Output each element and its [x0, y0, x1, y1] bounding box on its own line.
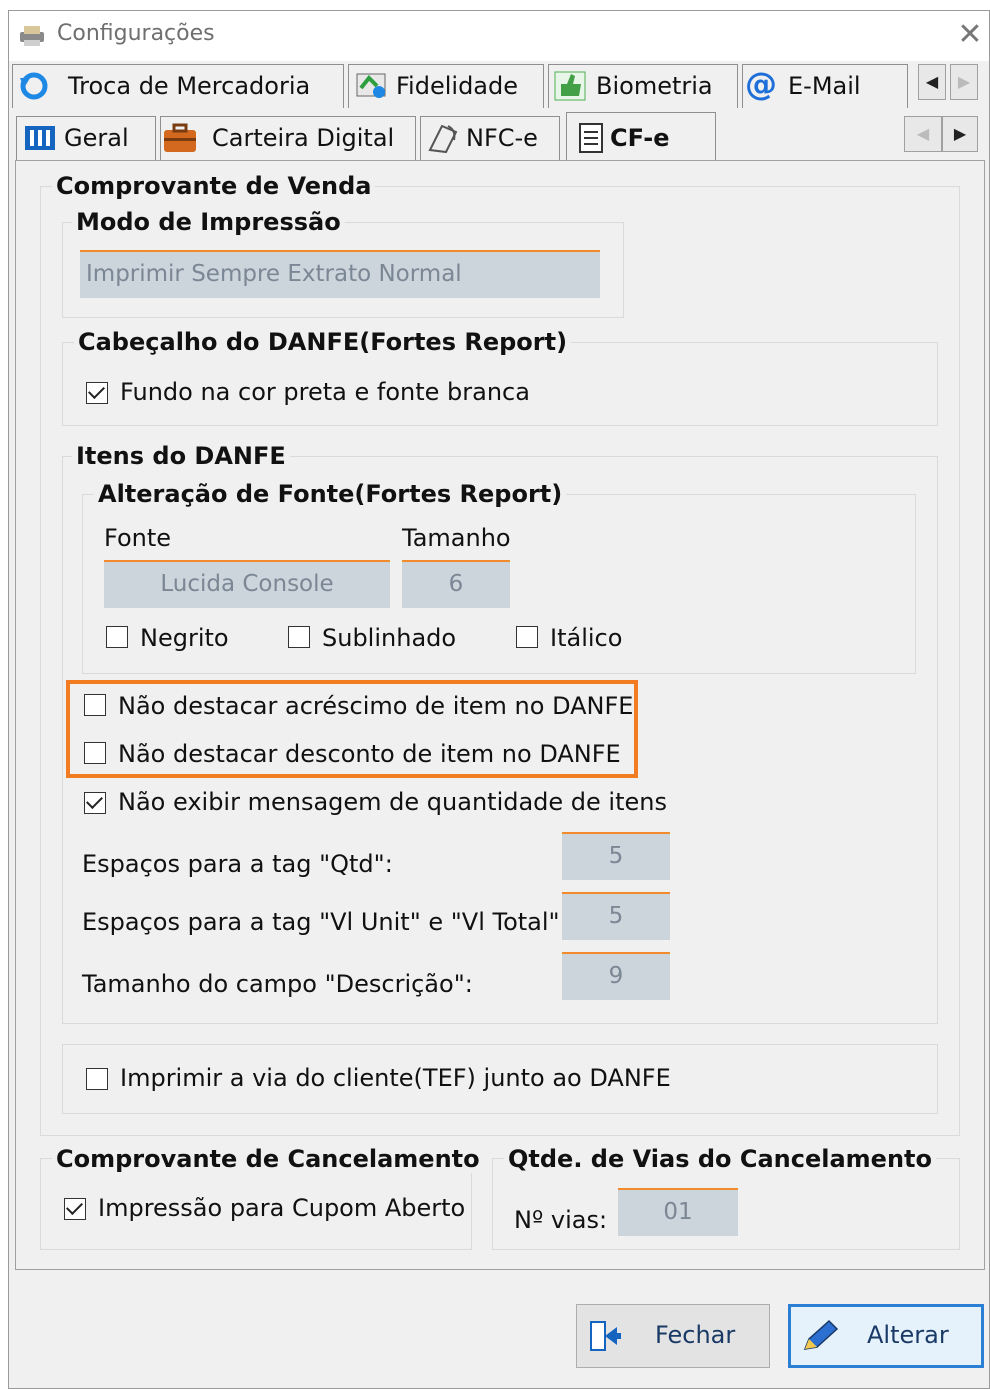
cabecalho-title: Cabeçalho do DANFE(Fortes Report)	[74, 328, 572, 356]
fonte-label: Fonte	[104, 524, 172, 552]
thumbs-up-icon	[553, 68, 587, 102]
itens-danfe-title: Itens do DANFE	[72, 442, 290, 470]
tab-label: Fidelidade	[396, 72, 519, 100]
nao-exibir-qtd-checkbox[interactable]	[84, 792, 106, 814]
tamanho-label: Tamanho	[402, 524, 511, 552]
espacos-qtd-label: Espaços para a tag "Qtd":	[82, 850, 393, 878]
nao-destacar-acrescimo-checkbox[interactable]	[84, 694, 106, 716]
cupom-aberto-label: Impressão para Cupom Aberto	[98, 1194, 466, 1222]
vias-cancelamento-title: Qtde. de Vias do Cancelamento	[504, 1145, 937, 1173]
settings-panel-icon	[24, 124, 56, 152]
tab-label: NFC-e	[466, 124, 538, 152]
tab2-scroll-left-button[interactable]: ◀	[904, 116, 942, 152]
sublinhado-label: Sublinhado	[322, 624, 457, 652]
fechar-label: Fechar	[655, 1321, 736, 1349]
window-title: Configurações	[57, 21, 215, 46]
nfc-icon	[426, 120, 462, 154]
negrito-label: Negrito	[140, 624, 229, 652]
sublinhado-checkbox[interactable]	[288, 626, 310, 648]
alterar-button[interactable]: Alterar	[788, 1304, 984, 1368]
nao-destacar-desconto-label: Não destacar desconto de item no DANFE	[118, 740, 621, 768]
at-sign-icon: @	[745, 65, 777, 103]
fundo-preto-label: Fundo na cor preta e fonte branca	[120, 378, 530, 406]
negrito-checkbox[interactable]	[106, 626, 128, 648]
nao-exibir-qtd-label: Não exibir mensagem de quantidade de ite…	[118, 788, 667, 816]
alteracao-fonte-title: Alteração de Fonte(Fortes Report)	[94, 480, 567, 508]
espacos-vl-label: Espaços para a tag "Vl Unit" e "Vl Total…	[82, 908, 568, 936]
tab-label: Biometria	[596, 72, 713, 100]
comprovante-venda-title: Comprovante de Venda	[52, 172, 376, 200]
fidelity-icon	[353, 68, 389, 102]
tab-label: CF-e	[610, 124, 670, 152]
tab-label: Geral	[64, 124, 129, 152]
espacos-qtd-input[interactable]: 5	[562, 832, 670, 880]
briefcase-icon	[162, 122, 198, 154]
tamanho-descricao-label: Tamanho do campo "Descrição":	[82, 970, 473, 998]
tab-label: E-Mail	[788, 72, 861, 100]
tamanho-input[interactable]: 6	[402, 560, 510, 608]
app-icon	[16, 24, 48, 48]
tab2-scroll-right-button[interactable]: ▶	[942, 116, 978, 152]
modo-impressao-select[interactable]: Imprimir Sempre Extrato Normal	[80, 250, 600, 298]
imprimir-via-checkbox[interactable]	[86, 1068, 108, 1090]
refresh-icon	[18, 70, 50, 102]
fonte-select[interactable]: Lucida Console	[104, 560, 390, 608]
vias-input[interactable]: 01	[618, 1188, 738, 1236]
cupom-aberto-checkbox[interactable]	[64, 1198, 86, 1220]
fechar-button[interactable]: Fechar	[576, 1304, 770, 1368]
tab-label: Carteira Digital	[212, 124, 395, 152]
tab-label: Troca de Mercadoria	[68, 72, 311, 100]
close-icon[interactable]: ✕	[955, 20, 985, 50]
italico-checkbox[interactable]	[516, 626, 538, 648]
vias-label: Nº vias:	[514, 1206, 608, 1234]
espacos-vl-input[interactable]: 5	[562, 892, 670, 940]
fundo-preto-checkbox[interactable]	[86, 382, 108, 404]
modo-impressao-title: Modo de Impressão	[72, 208, 345, 236]
cancelamento-title: Comprovante de Cancelamento	[52, 1145, 484, 1173]
imprimir-via-label: Imprimir a via do cliente(TEF) junto ao …	[120, 1064, 671, 1092]
nao-destacar-acrescimo-label: Não destacar acréscimo de item no DANFE	[118, 692, 634, 720]
pen-icon	[799, 1319, 839, 1355]
alterar-label: Alterar	[867, 1321, 949, 1349]
tab-scroll-right-button[interactable]: ▶	[950, 64, 978, 100]
italico-label: Itálico	[550, 624, 623, 652]
tab-scroll-left-button[interactable]: ◀	[918, 64, 946, 100]
tamanho-descricao-input[interactable]: 9	[562, 952, 670, 1000]
document-icon	[578, 122, 604, 154]
exit-door-icon	[587, 1319, 621, 1353]
nao-destacar-desconto-checkbox[interactable]	[84, 742, 106, 764]
